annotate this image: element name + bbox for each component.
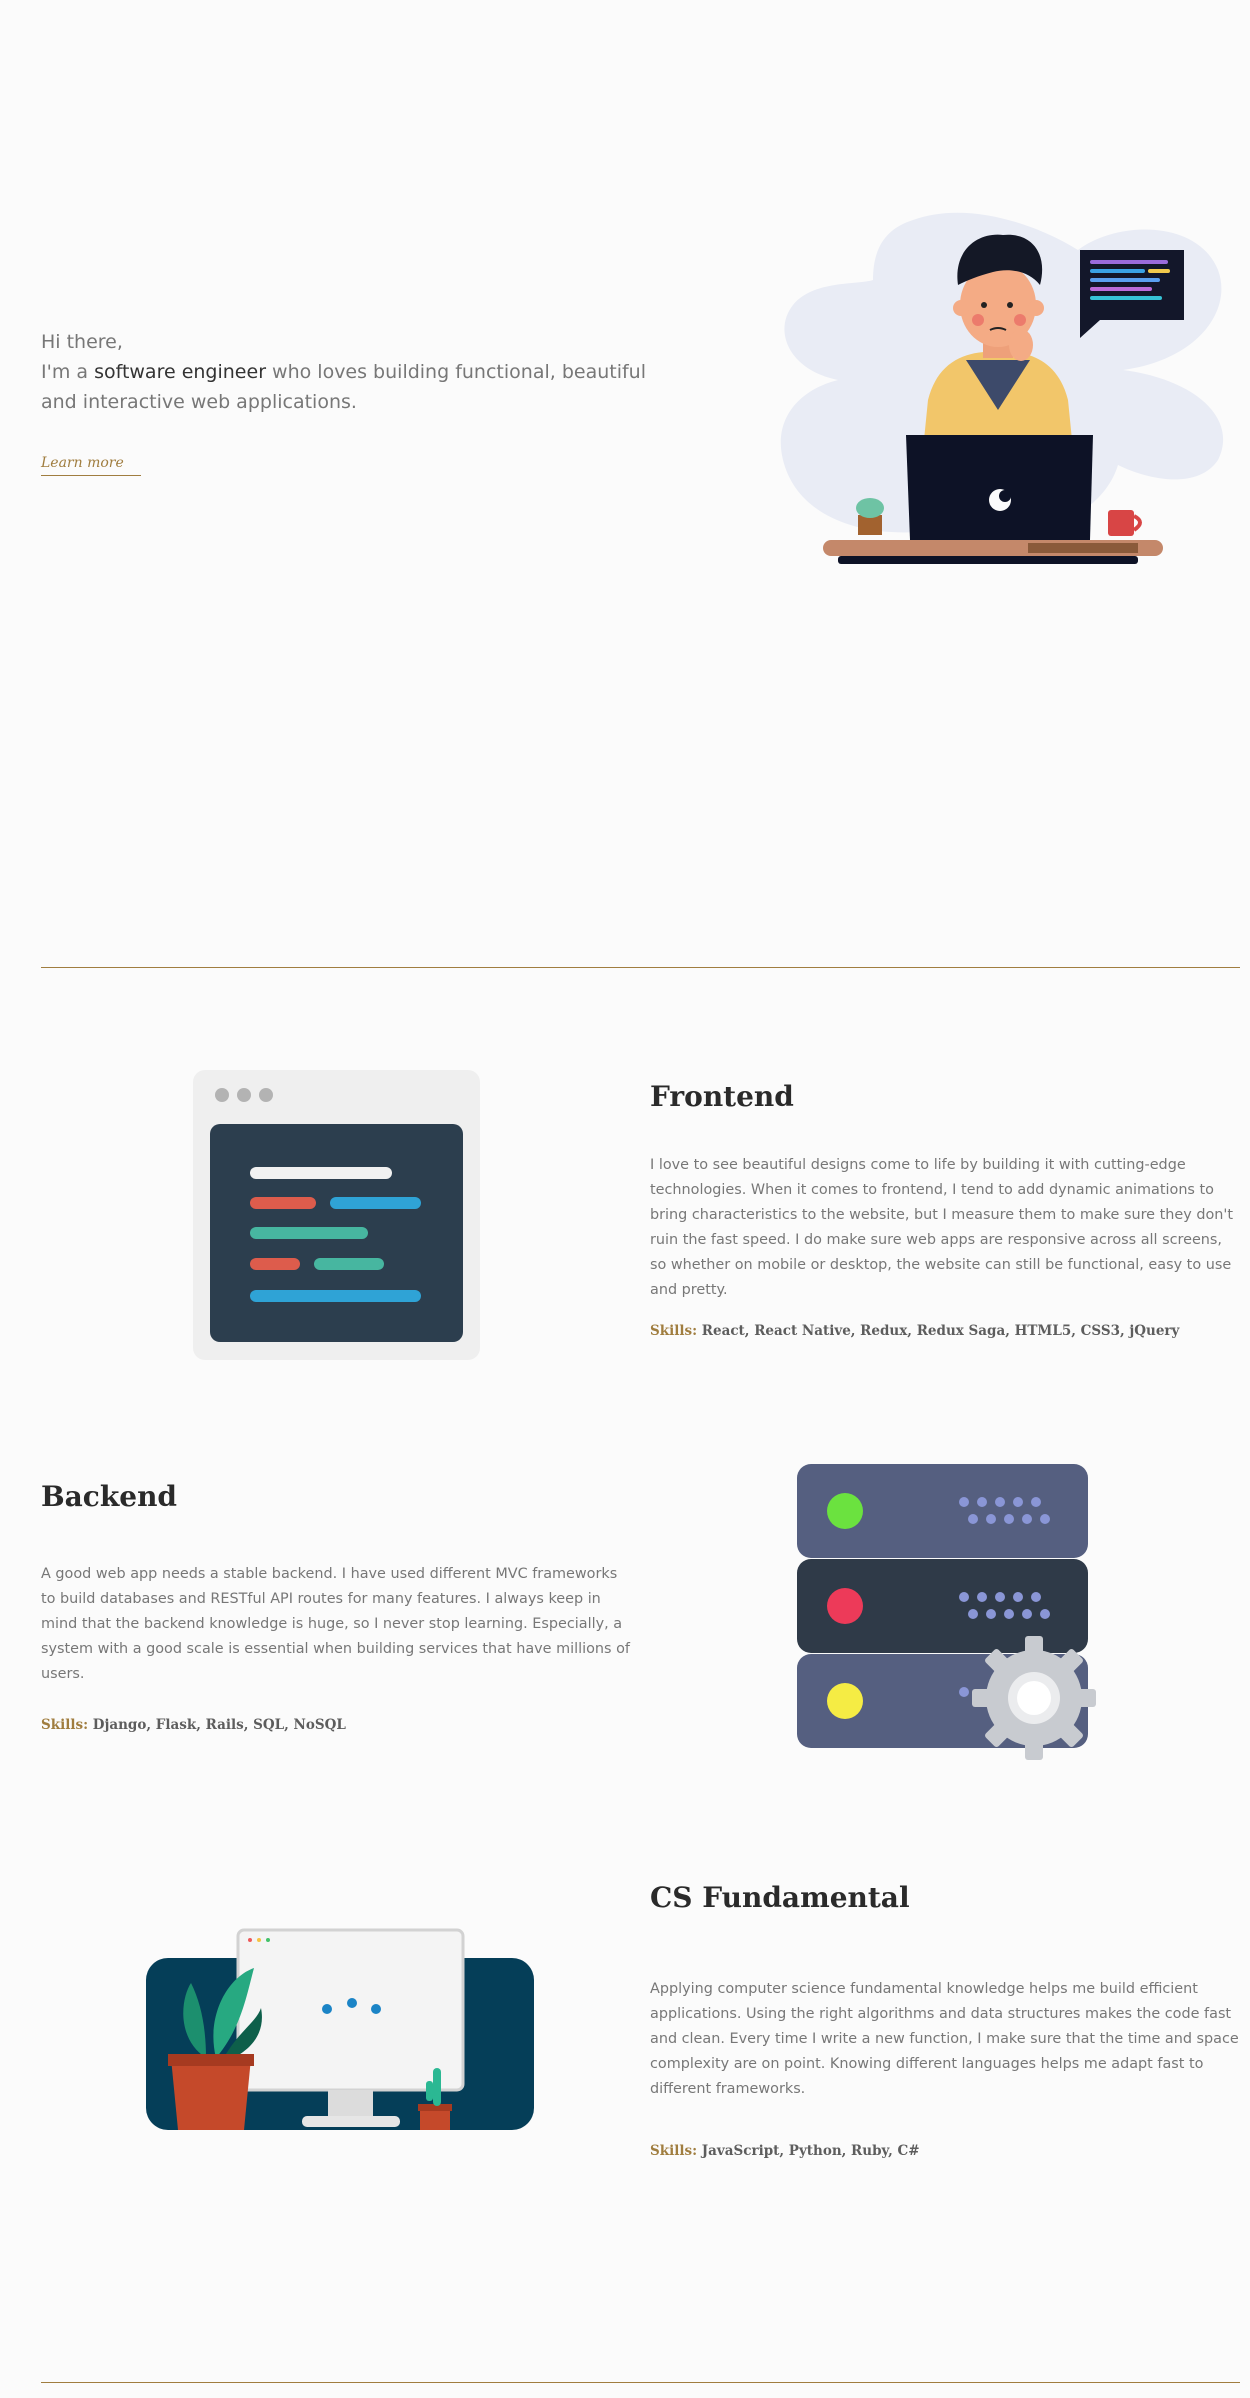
section-divider <box>41 967 1240 968</box>
cs-fundamental-skills: Skills: JavaScript, Python, Ruby, C# <box>650 2143 920 2159</box>
cs-fundamental-title: CS Fundamental <box>650 1881 910 1914</box>
hero-intro-line: I'm a software engineer who loves buildi… <box>41 357 661 417</box>
cs-fundamental-description: Applying computer science fundamental kn… <box>650 1981 1239 2097</box>
hero-role: software engineer <box>94 361 266 383</box>
frontend-description: I love to see beautiful designs come to … <box>650 1157 1233 1298</box>
hero-intro: Hi there, I'm a software engineer who lo… <box>41 327 661 417</box>
backend-description: A good web app needs a stable backend. I… <box>41 1566 630 1682</box>
backend-skills: Skills: Django, Flask, Rails, SQL, NoSQL <box>41 1717 346 1733</box>
backend-title: Backend <box>41 1480 178 1513</box>
hero-intro-prefix: I'm a <box>41 361 95 383</box>
developer-at-laptop-icon <box>780 212 1224 564</box>
backend-skills-list: Django, Flask, Rails, SQL, NoSQL <box>88 1717 346 1733</box>
hero-greeting: Hi there, <box>41 331 123 353</box>
frontend-skills-list: React, React Native, Redux, Redux Saga, … <box>697 1323 1180 1339</box>
bottom-divider <box>41 2382 1240 2383</box>
monitor-with-plants-icon <box>146 1928 534 2130</box>
cs-skills-list: JavaScript, Python, Ruby, C# <box>697 2143 920 2159</box>
cs-skills-label: Skills: <box>650 2143 698 2159</box>
server-stack-icon <box>797 1464 1096 1760</box>
frontend-skills: Skills: React, React Native, Redux, Redu… <box>650 1323 1179 1339</box>
code-editor-window-icon <box>193 1070 480 1360</box>
frontend-title: Frontend <box>650 1080 794 1113</box>
backend-skills-label: Skills: <box>41 1717 89 1733</box>
frontend-skills-label: Skills: <box>650 1323 698 1339</box>
learn-more-link[interactable]: Learn more <box>41 455 141 476</box>
